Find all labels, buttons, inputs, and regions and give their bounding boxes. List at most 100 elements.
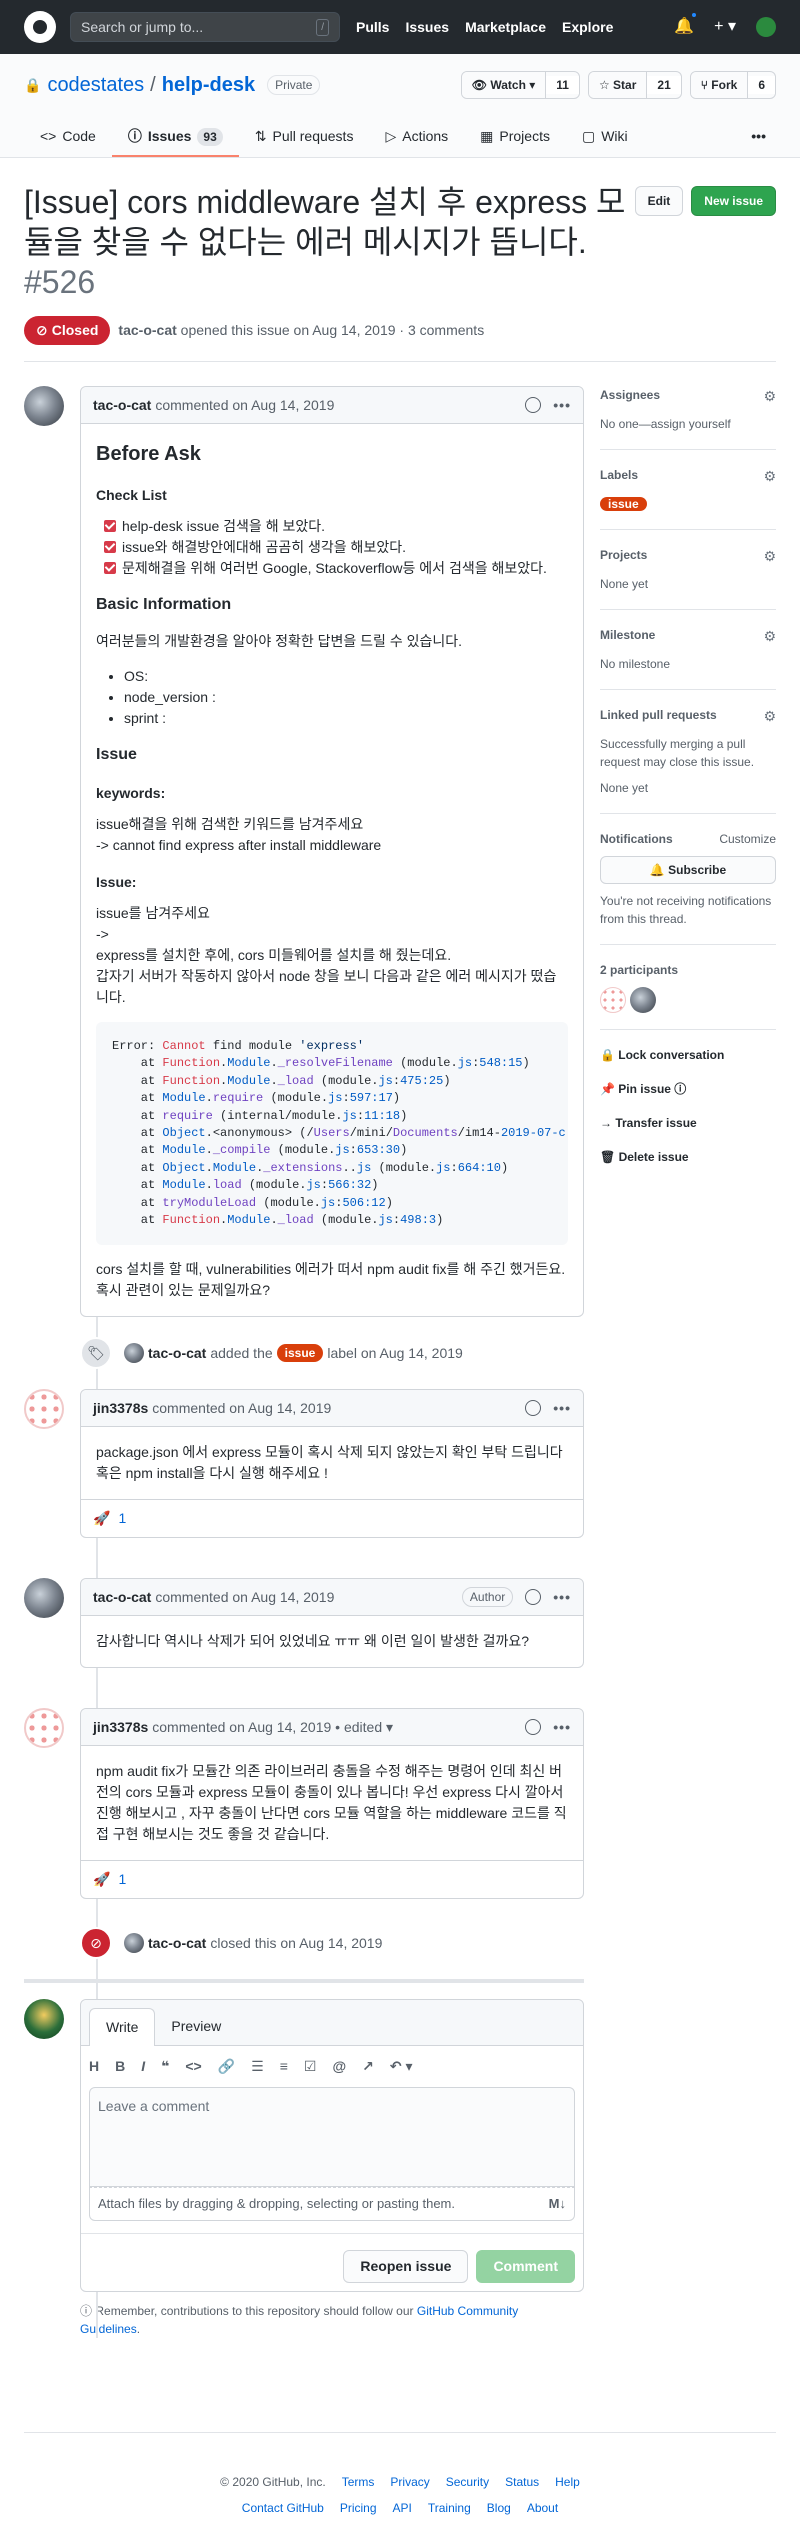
footer-link-training[interactable]: Training [428,2499,471,2517]
repo-name-link[interactable]: help-desk [162,70,255,100]
more-menu-button[interactable]: ••• [741,118,776,157]
footer-link-terms[interactable]: Terms [342,2473,375,2491]
avatar[interactable] [630,987,656,1013]
avatar[interactable] [600,987,626,1013]
kebab-menu-icon[interactable]: ••• [553,1717,571,1738]
fork-count[interactable]: 6 [748,76,775,94]
avatar[interactable] [24,1389,64,1430]
footer-link-status[interactable]: Status [505,2473,539,2491]
comment-author[interactable]: tac-o-cat [93,1587,151,1608]
checkbox-icon[interactable] [104,562,116,574]
star-count[interactable]: 21 [647,76,681,94]
watch-count[interactable]: 11 [546,76,579,94]
checkbox-icon[interactable] [104,541,116,553]
comment-date[interactable]: commented on Aug 14, 2019 [155,1587,334,1608]
footer-link-pricing[interactable]: Pricing [340,2499,377,2517]
avatar[interactable] [24,1578,64,1619]
nav-issues[interactable]: Issues [405,17,449,38]
footer-link-privacy[interactable]: Privacy [390,2473,429,2491]
reopen-issue-button[interactable]: Reopen issue [343,2249,469,2283]
smiley-icon[interactable] [525,1400,542,1417]
unordered-list-icon[interactable]: ☰ [251,2056,264,2077]
markdown-icon[interactable]: M↓ [549,2194,566,2214]
heading-icon[interactable]: H [89,2056,99,2077]
kebab-menu-icon[interactable]: ••• [553,1398,571,1419]
comment-author[interactable]: jin3378s [93,1398,148,1419]
gear-icon[interactable]: ⚙ [763,706,776,727]
cross-reference-icon[interactable]: ↗ [362,2056,374,2077]
gear-icon[interactable]: ⚙ [763,626,776,647]
smiley-icon[interactable] [525,1719,542,1736]
new-issue-button[interactable]: New issue [691,186,776,216]
tab-issues[interactable]: ⓘ Issues 93 [111,118,239,157]
tab-wiki[interactable]: ▢ Wiki [566,118,644,157]
issue-author-link[interactable]: tac-o-cat [118,320,176,341]
tab-code[interactable]: <> Code [24,118,112,157]
code-icon[interactable]: <> [185,2056,201,2077]
subscribe-button[interactable]: 🔔 Subscribe [600,856,776,884]
gear-icon[interactable]: ⚙ [763,466,776,487]
footer-link-api[interactable]: API [393,2499,412,2517]
assignees-value[interactable]: No one—assign yourself [600,415,776,433]
user-avatar[interactable] [756,17,776,37]
pin-issue-button[interactable]: 📌 Pin issue ⓘ [600,1080,776,1098]
issue-label[interactable]: issue [600,497,647,511]
quote-icon[interactable]: ❝ [161,2056,169,2077]
comment-date[interactable]: commented on Aug 14, 2019 [155,395,334,416]
tab-pull-requests[interactable]: ⇅ Pull requests [239,118,370,157]
delete-issue-button[interactable]: 🗑 Delete issue [600,1148,776,1166]
footer-link-security[interactable]: Security [446,2473,489,2491]
tab-projects[interactable]: ▦ Projects [464,118,566,157]
footer-link-blog[interactable]: Blog [487,2499,511,2517]
saved-reply-icon[interactable]: ↶ ▾ [390,2056,413,2077]
footer-link-contact[interactable]: Contact GitHub [242,2499,324,2517]
kebab-menu-icon[interactable]: ••• [553,395,571,416]
avatar[interactable] [24,386,64,426]
tab-actions[interactable]: ▷ Actions [369,118,464,157]
issue-label[interactable]: issue [276,1344,324,1363]
bold-icon[interactable]: B [115,2056,125,2077]
nav-marketplace[interactable]: Marketplace [465,17,546,38]
edit-button[interactable]: Edit [634,186,684,216]
tab-write[interactable]: Write [89,2008,156,2047]
avatar[interactable] [124,1343,144,1364]
fork-button[interactable]: ⑂ Fork 6 [689,71,776,99]
tab-preview[interactable]: Preview [155,2008,237,2045]
avatar[interactable] [24,1708,64,1749]
reaction-button[interactable]: 🚀 1 [81,1499,583,1537]
star-button[interactable]: ☆ Star 21 [587,71,682,99]
italic-icon[interactable]: I [141,2056,145,2077]
mention-icon[interactable]: @ [332,2056,346,2077]
checkbox-icon[interactable] [104,520,116,532]
ordered-list-icon[interactable]: ≡ [280,2056,288,2077]
notifications-bell-icon[interactable]: 🔔 [674,11,699,39]
lock-conversation-button[interactable]: 🔒 Lock conversation [600,1046,776,1064]
repo-owner-link[interactable]: codestates [47,70,144,100]
nav-explore[interactable]: Explore [562,17,613,38]
nav-pulls[interactable]: Pulls [356,17,389,38]
event-author[interactable]: tac-o-cat [148,1343,206,1364]
task-list-icon[interactable]: ☑ [304,2056,317,2077]
create-new-dropdown[interactable]: + ▾ [714,15,736,39]
search-input[interactable]: Search or jump to... / [70,12,340,42]
comment-date[interactable]: commented on Aug 14, 2019 [152,1398,331,1419]
reaction-button[interactable]: 🚀 1 [81,1860,583,1898]
avatar[interactable] [24,1999,64,2040]
avatar[interactable] [124,1933,144,1954]
comment-submit-button[interactable]: Comment [476,2249,575,2283]
footer-link-help[interactable]: Help [555,2473,580,2491]
attach-files-area[interactable]: Attach files by dragging & dropping, sel… [89,2187,575,2221]
smiley-icon[interactable] [525,397,542,413]
transfer-issue-button[interactable]: → Transfer issue [600,1114,776,1132]
comment-author[interactable]: tac-o-cat [93,395,151,416]
event-author[interactable]: tac-o-cat [148,1933,206,1954]
gear-icon[interactable]: ⚙ [763,546,776,567]
comment-author[interactable]: jin3378s [93,1717,148,1738]
smiley-icon[interactable] [525,1589,542,1606]
github-logo-icon[interactable] [24,11,56,43]
comment-textarea[interactable]: Leave a comment [89,2087,575,2188]
link-icon[interactable]: 🔗 [218,2056,235,2077]
customize-link[interactable]: Customize [719,830,776,848]
gear-icon[interactable]: ⚙ [763,386,776,407]
comment-date[interactable]: commented on Aug 14, 2019 • edited ▾ [152,1717,393,1738]
